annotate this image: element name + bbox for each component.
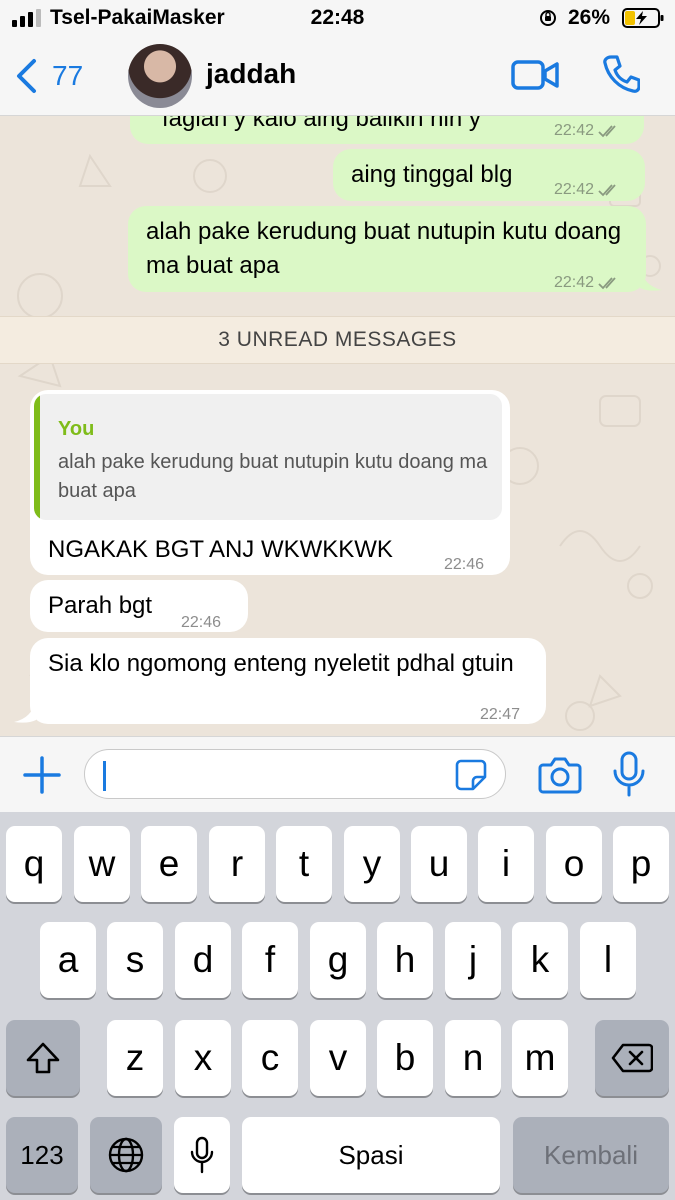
key-k[interactable]: k — [512, 922, 568, 998]
dictation-icon — [190, 1136, 214, 1174]
message-time: 22:42 — [554, 122, 595, 139]
read-ticks-icon — [598, 184, 616, 197]
key-v[interactable]: v — [310, 1020, 366, 1096]
key-f[interactable]: f — [242, 922, 298, 998]
key-r[interactable]: r — [209, 826, 265, 902]
key-t[interactable]: t — [276, 826, 332, 902]
space-key[interactable]: Spasi — [242, 1117, 500, 1193]
contact-name[interactable]: jaddah — [206, 58, 296, 90]
shift-key[interactable] — [6, 1020, 80, 1096]
key-b[interactable]: b — [377, 1020, 433, 1096]
message-text: aing tinggal blg — [351, 161, 513, 188]
message-time: 22:42 — [554, 274, 595, 291]
key-n[interactable]: n — [445, 1020, 501, 1096]
shift-icon — [26, 1042, 60, 1074]
key-e[interactable]: e — [141, 826, 197, 902]
keyboard: q w e r t y u i o p a s d f g h j k l z … — [0, 812, 675, 1200]
message-bubble[interactable]: fagiah y kalo aing balikin hin y 22:42 — [130, 116, 644, 144]
back-chevron-icon — [17, 59, 36, 93]
microphone-icon[interactable] — [612, 751, 646, 797]
message-bubble[interactable]: alah pake kerudung buat nutupin kutu doa… — [128, 206, 646, 292]
key-c[interactable]: c — [242, 1020, 298, 1096]
dictation-key[interactable] — [174, 1117, 230, 1193]
message-meta: 22:47 — [480, 698, 520, 732]
message-meta: 22:42 — [554, 266, 620, 300]
camera-icon[interactable] — [538, 755, 582, 795]
key-m[interactable]: m — [512, 1020, 568, 1096]
key-h[interactable]: h — [377, 922, 433, 998]
message-bubble[interactable]: Parah bgt 22:46 — [30, 580, 248, 632]
avatar[interactable] — [128, 44, 192, 108]
quote-text: alah pake kerudung buat nutupin kutu doa… — [58, 451, 488, 502]
text-caret — [103, 761, 106, 791]
message-meta: 22:46 — [181, 606, 221, 640]
video-call-icon[interactable] — [511, 58, 559, 92]
key-y[interactable]: y — [344, 826, 400, 902]
key-l[interactable]: l — [580, 922, 636, 998]
bubble-tail — [640, 268, 662, 291]
key-a[interactable]: a — [40, 922, 96, 998]
key-q[interactable]: q — [6, 826, 62, 902]
unread-chats-count: 77 — [52, 60, 84, 91]
message-meta: 22:46 — [444, 548, 484, 582]
key-u[interactable]: u — [411, 826, 467, 902]
key-s[interactable]: s — [107, 922, 163, 998]
key-p[interactable]: p — [613, 826, 669, 902]
quote-author: You — [58, 418, 95, 440]
plus-icon[interactable] — [22, 755, 62, 795]
key-g[interactable]: g — [310, 922, 366, 998]
return-key[interactable]: Kembali — [513, 1117, 669, 1193]
read-ticks-icon — [598, 125, 616, 138]
unread-messages-banner: 3 UNREAD MESSAGES — [0, 316, 675, 364]
message-text: fagiah y kalo aing balikin hin y — [162, 116, 481, 132]
quoted-reply[interactable]: You alah pake kerudung buat nutupin kutu… — [34, 394, 502, 520]
return-key-label: Kembali — [544, 1139, 638, 1170]
key-z[interactable]: z — [107, 1020, 163, 1096]
read-ticks-icon — [598, 277, 616, 290]
message-meta: 22:42 — [554, 116, 620, 148]
orientation-lock-icon — [540, 10, 556, 26]
message-time: 22:47 — [480, 706, 521, 723]
key-o[interactable]: o — [546, 826, 602, 902]
message-text: Sia klo ngomong enteng nyeletit pdhal gt… — [48, 650, 514, 677]
chat-header: 77 jaddah — [0, 36, 675, 116]
message-meta: 22:42 — [554, 173, 620, 207]
phone-call-icon[interactable] — [602, 54, 640, 94]
battery-percentage: 26% — [568, 6, 611, 29]
back-button[interactable]: 77 — [14, 54, 83, 98]
key-x[interactable]: x — [175, 1020, 231, 1096]
globe-key[interactable] — [90, 1117, 162, 1193]
globe-icon — [108, 1137, 144, 1173]
key-j[interactable]: j — [445, 922, 501, 998]
message-text: Parah bgt — [48, 592, 153, 619]
message-bubble[interactable]: aing tinggal blg 22:42 — [333, 149, 645, 201]
quote-accent-bar — [34, 394, 40, 520]
message-text: NGAKAK BGT ANJ WKWKKWK — [48, 536, 393, 563]
bubble-tail — [14, 700, 36, 723]
backspace-icon — [611, 1043, 653, 1073]
status-bar: Tsel-PakaiMasker 22:48 26% — [0, 0, 675, 36]
message-bubble[interactable]: You alah pake kerudung buat nutupin kutu… — [30, 390, 510, 575]
key-w[interactable]: w — [74, 826, 130, 902]
sticker-icon[interactable] — [455, 759, 487, 791]
backspace-key[interactable] — [595, 1020, 669, 1096]
key-d[interactable]: d — [175, 922, 231, 998]
message-bubble[interactable]: Sia klo ngomong enteng nyeletit pdhal gt… — [30, 638, 546, 724]
numbers-key[interactable]: 123 — [6, 1117, 78, 1193]
message-time: 22:46 — [444, 556, 485, 573]
message-time: 22:46 — [181, 614, 222, 631]
message-input[interactable] — [84, 749, 506, 799]
key-i[interactable]: i — [478, 826, 534, 902]
message-composer — [0, 736, 675, 812]
battery-charging-icon — [622, 8, 664, 28]
message-time: 22:42 — [554, 181, 595, 198]
chat-area[interactable]: fagiah y kalo aing balikin hin y 22:42 a… — [0, 116, 675, 736]
